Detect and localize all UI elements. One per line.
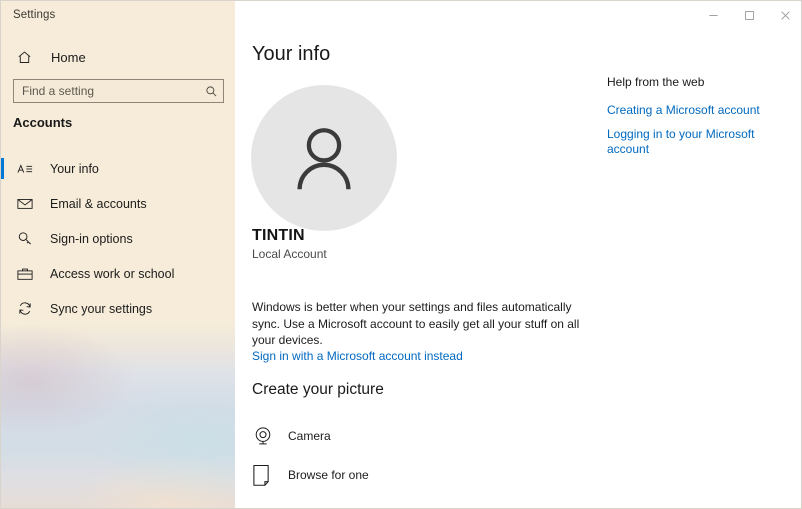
sidebar-item-access-work-school-label: Access work or school [50,267,174,281]
settings-window: Home Accounts [0,0,802,509]
file-icon [252,464,282,487]
sidebar: Home Accounts [1,1,235,509]
avatar[interactable] [251,85,397,231]
sidebar-item-sync-settings[interactable]: Sync your settings [1,291,235,326]
help-panel: Help from the web Creating a Microsoft a… [607,75,787,166]
sidebar-item-your-info[interactable]: Your info [1,151,235,186]
sidebar-item-access-work-school[interactable]: Access work or school [1,256,235,291]
picture-option-browse[interactable]: Browse for one [252,458,369,492]
help-link-logging-in[interactable]: Logging in to your Microsoft account [607,127,787,158]
person-icon [285,119,363,197]
search-input[interactable] [14,79,199,103]
key-icon [17,231,39,246]
picture-option-camera[interactable]: Camera [252,419,331,453]
briefcase-icon [17,267,39,281]
minimize-button[interactable] [695,1,731,29]
help-panel-title: Help from the web [607,75,787,89]
maximize-button[interactable] [731,1,767,29]
page-title: Your info [252,43,330,66]
account-type: Local Account [252,247,327,261]
search-icon[interactable] [199,85,223,98]
sync-icon [17,301,39,316]
search-box[interactable] [13,79,224,103]
sidebar-item-home-label: Home [51,50,86,65]
sync-description: Windows is better when your settings and… [252,299,582,349]
sidebar-item-signin-options-label: Sign-in options [50,232,133,246]
sidebar-nav-list: Your info Email & accounts [1,151,235,326]
sidebar-item-home[interactable]: Home [1,44,235,70]
close-button[interactable] [767,1,802,29]
title-bar: Settings [1,1,802,31]
account-name: TINTIN [252,227,305,245]
sidebar-item-signin-options[interactable]: Sign-in options [1,221,235,256]
sign-in-microsoft-link[interactable]: Sign in with a Microsoft account instead [252,349,463,363]
sidebar-section-title: Accounts [13,115,72,130]
sidebar-item-sync-settings-label: Sync your settings [50,302,152,316]
envelope-icon [17,197,39,210]
main-content: Your info TINTIN Local Account Windows i… [235,1,802,509]
window-controls [695,1,802,29]
sidebar-item-email-accounts[interactable]: Email & accounts [1,186,235,221]
your-info-icon [17,162,39,176]
selection-indicator [1,158,4,179]
picture-option-camera-label: Camera [288,429,331,443]
sidebar-item-your-info-label: Your info [50,162,99,176]
help-link-creating-account[interactable]: Creating a Microsoft account [607,103,787,119]
home-icon [17,50,41,65]
picture-option-browse-label: Browse for one [288,468,369,482]
create-picture-heading: Create your picture [252,381,384,399]
window-title: Settings [13,9,55,21]
sidebar-item-email-accounts-label: Email & accounts [50,197,147,211]
camera-icon [252,425,282,447]
